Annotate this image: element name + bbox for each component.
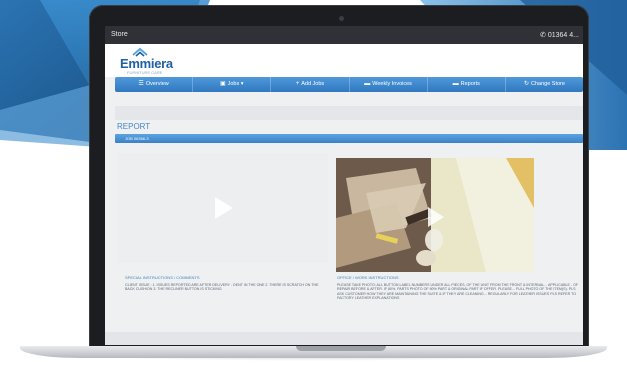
nav-reports[interactable]: ▬ Reports [428,77,506,92]
chevron-down-icon: ▾ [240,81,244,87]
title-bar: Store ✆ 01364 4... [105,26,583,44]
logo-area: Emmiera FURNITURE CARE [105,44,583,77]
office-instructions: OFFICE / WORK INSTRUCTIONS PLEASE TAKE P… [337,275,583,301]
phone-icon: ✆ [540,32,548,39]
laptop-notch [296,346,386,351]
special-instructions: SPECIAL INSTRUCTIONS / COMMENTS CLIENT I… [125,275,325,292]
nav-change-store[interactable]: ↻ Change Store [506,77,583,92]
laptop-screen: Store ✆ 01364 4... Emmiera FURNITURE CAR… [105,26,583,345]
window-title: Store [111,31,128,38]
job-label: JOB 06366-3 [125,136,149,141]
nav-weekly-invoices[interactable]: ▬ Weekly Invoices [350,77,428,92]
office-body: PLEASE TAKE PHOTO: ALL BUTTON LABEL NUMB… [337,282,579,301]
brand-tagline: FURNITURE CARE [127,70,163,75]
nav-add-jobs[interactable]: + Add Jobs [271,77,350,92]
nav-jobs[interactable]: ▣ Jobs ▾ [193,77,272,92]
office-heading: OFFICE / WORK INSTRUCTIONS [337,275,399,280]
main-nav: ☰ Overview ▣ Jobs ▾ + Add Jobs ▬ Weekly Invo… [115,77,583,92]
briefcase-icon: ▣ [219,81,226,87]
video-player-left[interactable] [117,153,328,263]
folder-icon: ▬ [364,81,371,87]
brand-name[interactable]: Emmiera [120,56,173,71]
list-icon: ☰ [138,81,144,87]
job-header-bar[interactable]: JOB 06366-3 [115,134,583,143]
footer-bar [105,332,583,345]
play-icon[interactable] [428,207,444,227]
special-body: CLIENT ISSUE : 1. ISSUES REPORTED ARE AF… [125,282,319,292]
video-player-right[interactable] [336,158,534,272]
page-title: REPORT [117,122,151,131]
folder-icon: ▬ [452,81,459,87]
section-divider [115,106,583,120]
play-icon[interactable] [215,197,233,219]
special-heading: SPECIAL INSTRUCTIONS / COMMENTS [125,275,200,280]
camera-icon [339,16,344,21]
refresh-icon: ↻ [523,81,529,87]
plus-icon: + [295,81,300,87]
nav-overview[interactable]: ☰ Overview [115,77,194,92]
phone-number[interactable]: ✆ 01364 4... [540,31,579,39]
